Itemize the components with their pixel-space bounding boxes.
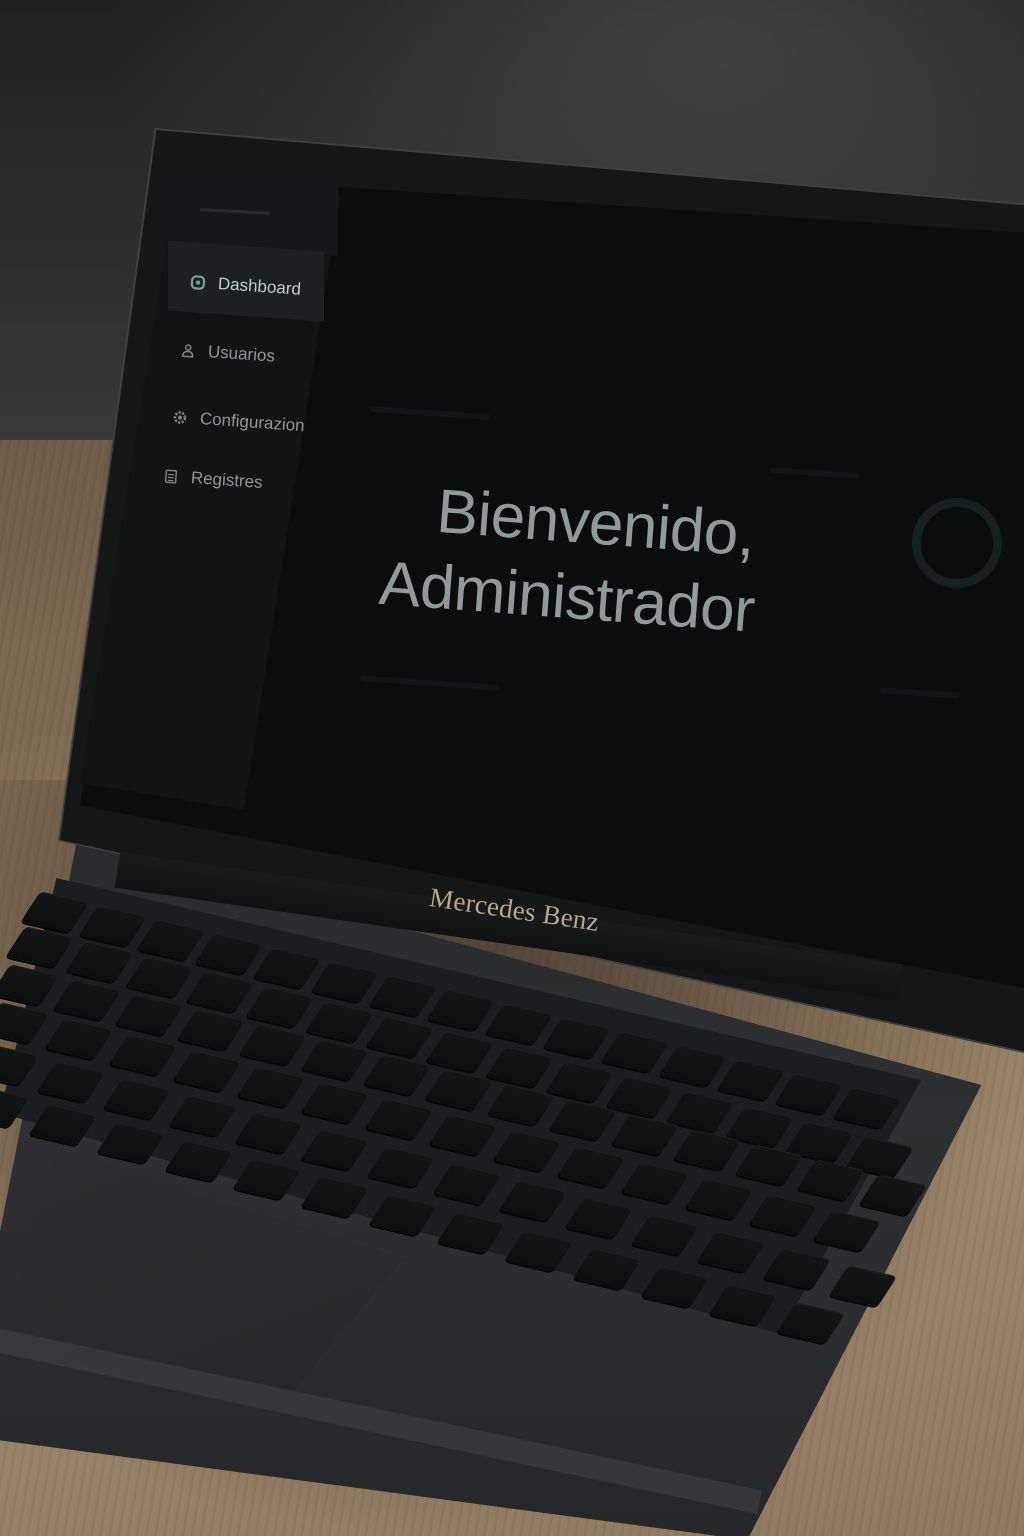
welcome-heading: Bienvenido, Administrador <box>377 470 763 650</box>
ghost-chart-ring <box>912 498 1002 588</box>
dashboard-icon <box>189 274 206 291</box>
gear-icon <box>171 409 188 426</box>
user-icon <box>179 342 196 359</box>
photo-scene: Dashboard Usuarios Configurazion Registr… <box>0 0 1024 1536</box>
list-icon <box>162 468 179 485</box>
